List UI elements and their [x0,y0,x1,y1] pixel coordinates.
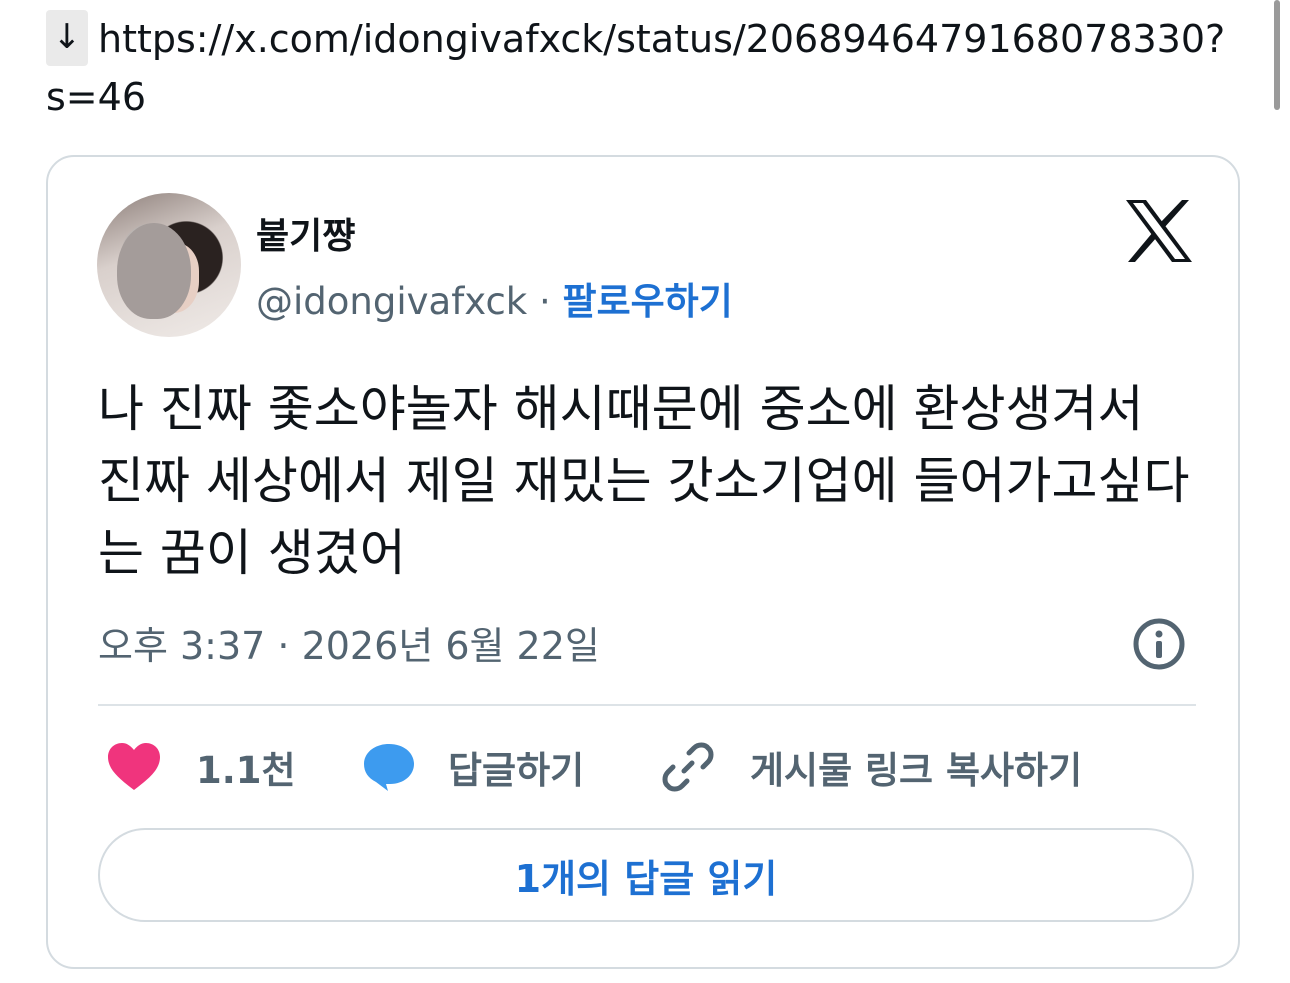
info-icon[interactable] [1132,617,1186,671]
scrollbar[interactable] [1274,0,1280,110]
tweet-text: 나 진짜 좇소야놀자 해시때문에 중소에 환상생겨서 진짜 세상에서 제일 재밌… [98,380,1190,582]
follow-link[interactable]: 팔로우하기 [563,280,733,323]
copy-link-button[interactable]: 게시물 링크 복사하기 [662,737,1082,797]
user-handle[interactable]: @idongivafxck [256,280,527,323]
avatar-bunny [117,223,191,319]
read-replies-button[interactable]: 1개의 답글 읽기 [98,828,1194,922]
tweet-timestamp[interactable]: 오후 3:37 · 2026년 6월 22일 [98,615,600,670]
handle-separator: · [539,280,551,323]
avatar[interactable] [97,193,241,337]
reply-label: 답글하기 [448,749,585,792]
divider [98,704,1196,706]
x-logo-icon[interactable] [1124,199,1194,263]
url-text[interactable]: https://x.com/idongivafxck/status/206894… [46,17,1225,119]
like-button[interactable]: 1.1천 [106,737,296,797]
download-arrow-icon: ↓ [46,10,88,66]
copy-link-label: 게시물 링크 복사하기 [750,749,1083,792]
url-link-line[interactable]: ↓ https://x.com/idongivafxck/status/20689… [46,10,1236,126]
handle-row: @idongivafxck · 팔로우하기 [256,271,733,325]
reply-button[interactable]: 답글하기 [362,737,584,797]
link-icon [662,742,714,792]
like-count: 1.1천 [196,749,296,792]
tweet-actions: 1.1천 답글하기 게시물 링크 복사하기 [98,737,1198,797]
display-name[interactable]: 붙기쨩 [256,207,355,259]
speech-bubble-icon [364,744,414,791]
heart-icon [108,743,160,790]
tweet-embed-card: 붙기쨩 @idongivafxck · 팔로우하기 나 진짜 좇소야놀자 해시때… [46,155,1240,969]
read-replies-label: 1개의 답글 읽기 [514,856,778,901]
